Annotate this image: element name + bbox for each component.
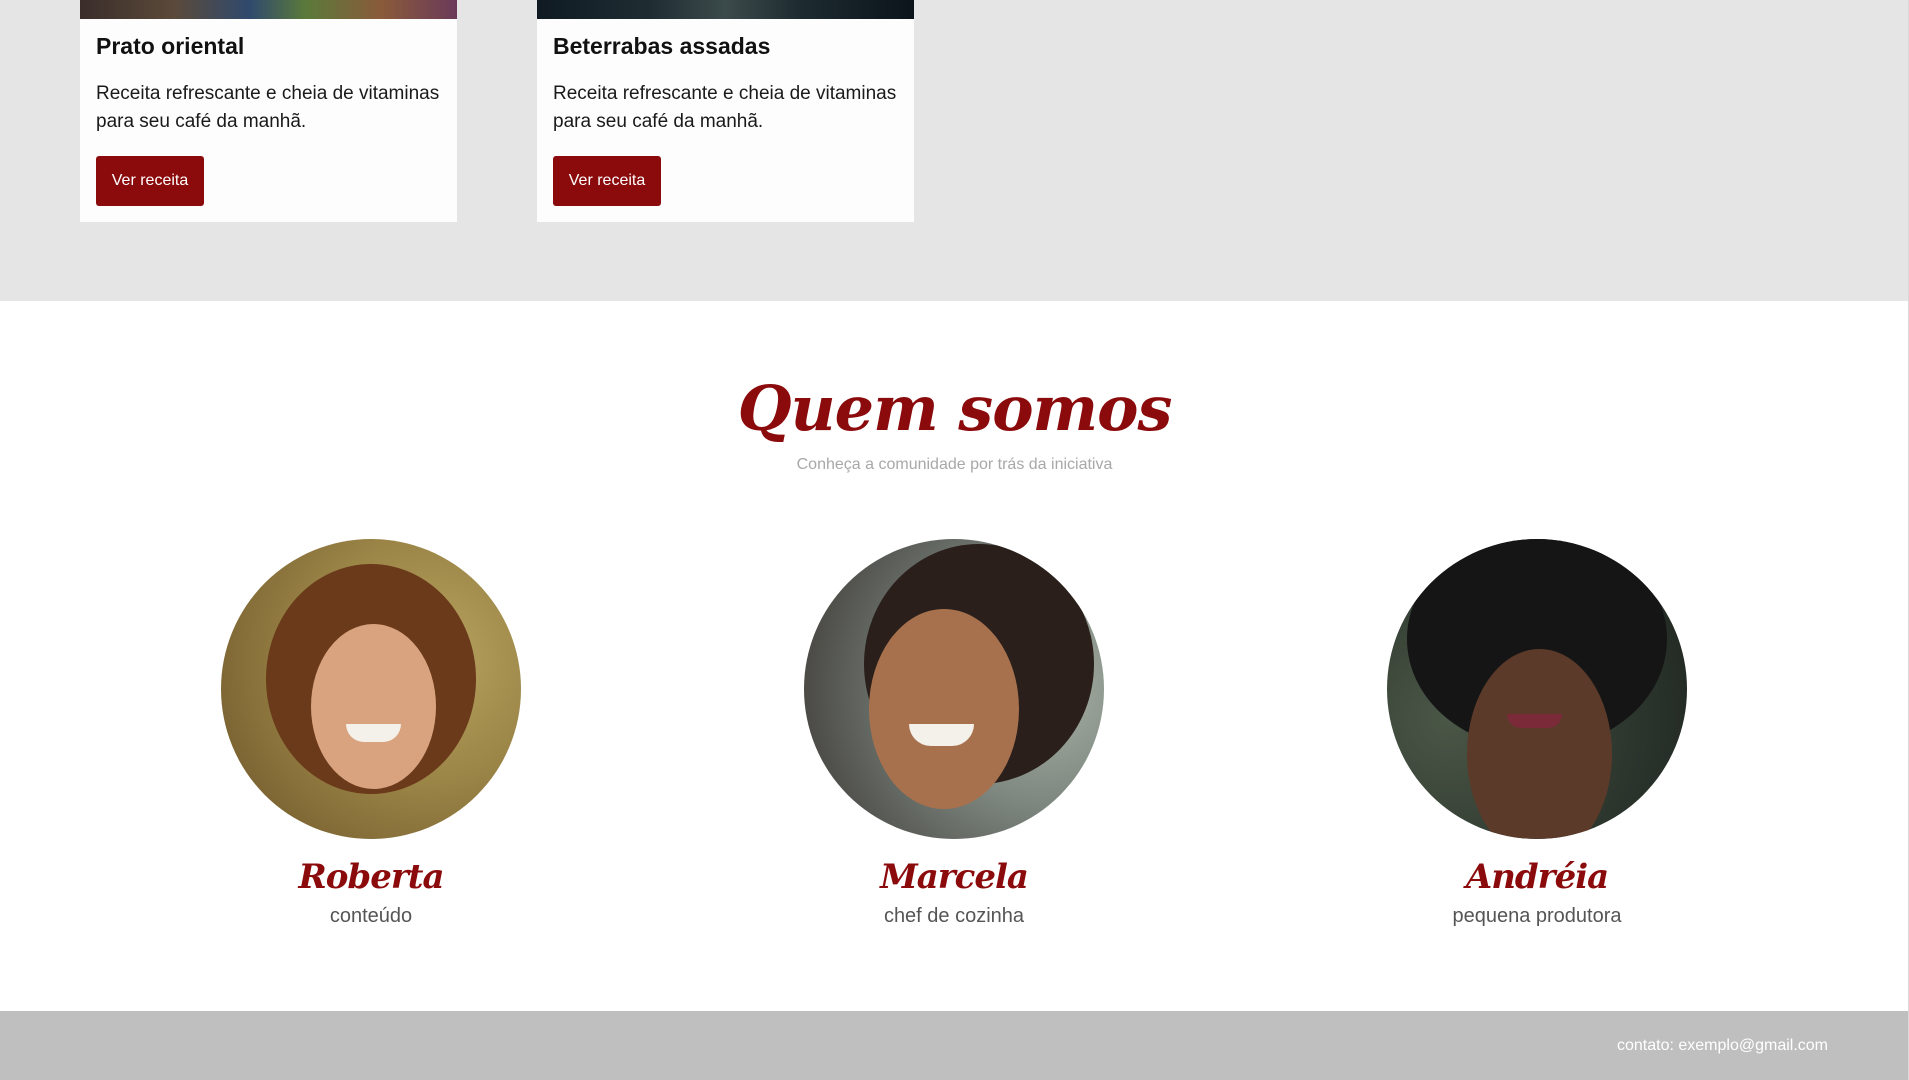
member-name: Andréia xyxy=(1465,857,1609,897)
team-member: Marcela chef de cozinha xyxy=(774,539,1134,928)
avatar xyxy=(804,539,1104,839)
recipe-title: Beterrabas assadas xyxy=(553,33,771,59)
about-title: Quem somos xyxy=(737,372,1173,445)
avatar xyxy=(221,539,521,839)
recipe-description: Receita refrescante e cheia de vitaminas… xyxy=(96,83,440,132)
view-recipe-button[interactable]: Ver receita xyxy=(96,156,204,206)
member-name: Marcela xyxy=(880,857,1029,897)
footer: contato: exemplo@gmail.com xyxy=(0,1011,1909,1080)
recipe-image xyxy=(80,0,457,19)
member-name: Roberta xyxy=(298,857,445,897)
footer-contact-email[interactable]: contato: exemplo@gmail.com xyxy=(1617,1037,1828,1055)
team-member: Roberta conteúdo xyxy=(191,539,551,928)
recipe-title: Prato oriental xyxy=(96,33,245,59)
team-member: Andréia pequena produtora xyxy=(1357,539,1717,928)
page: Prato oriental Receita refrescante e che… xyxy=(0,0,1909,1080)
recipe-description: Receita refrescante e cheia de vitaminas… xyxy=(553,83,897,132)
avatar xyxy=(1387,539,1687,839)
about-subtitle: Conheça a comunidade por trás da iniciat… xyxy=(796,456,1113,473)
recipe-image xyxy=(537,0,914,19)
recipes-section: Prato oriental Receita refrescante e che… xyxy=(0,0,1909,301)
recipe-card: Prato oriental Receita refrescante e che… xyxy=(80,0,457,222)
view-recipe-button[interactable]: Ver receita xyxy=(553,156,661,206)
recipe-card: Beterrabas assadas Receita refrescante e… xyxy=(537,0,914,222)
member-role: chef de cozinha xyxy=(883,905,1025,927)
member-role: conteúdo xyxy=(329,905,413,927)
member-role: pequena produtora xyxy=(1452,905,1622,927)
